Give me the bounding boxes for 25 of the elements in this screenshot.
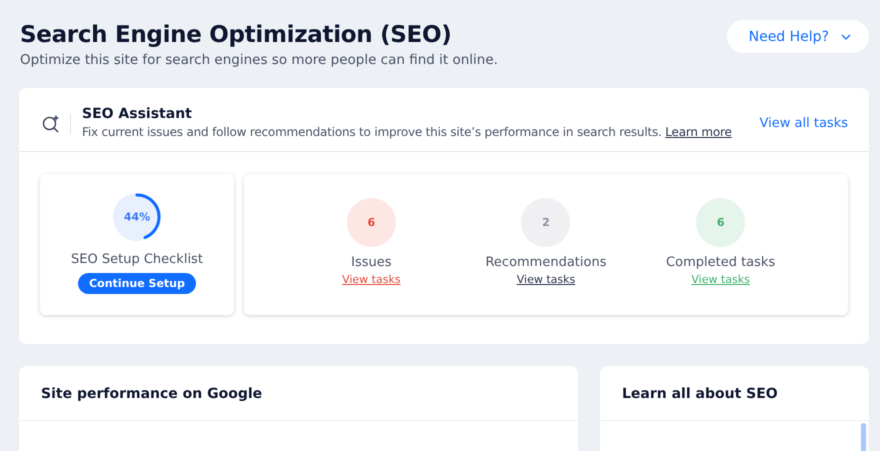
count-badge: 6 (696, 198, 746, 247)
panel-title: Site performance on Google (19, 366, 578, 421)
assistant-description: Fix current issues and follow recommendations to improve this site’s performance in search results. Learn more (82, 125, 733, 139)
page-title: Search Engine Optimization (SEO) (20, 22, 452, 48)
view-tasks-link[interactable]: View tasks (691, 273, 750, 286)
assistant-title: SEO Assistant (82, 106, 193, 122)
continue-setup-button[interactable]: Continue Setup (78, 273, 196, 294)
view-all-tasks-link[interactable]: View all tasks (760, 116, 848, 131)
chevron-down-icon (841, 34, 851, 40)
search-sparkle-icon (41, 114, 71, 134)
checklist-label: SEO Setup Checklist (71, 252, 203, 267)
view-tasks-link[interactable]: View tasks (342, 273, 401, 286)
learn-more-link[interactable]: Learn more (665, 125, 732, 139)
scrollbar-thumb[interactable] (861, 423, 866, 451)
count-badge: 2 (521, 198, 570, 247)
count-badge: 6 (346, 198, 396, 247)
page-subtitle: Optimize this site for search engines so more people can find it online. (20, 52, 498, 68)
progress-percent: 44% (124, 212, 150, 222)
stat-label: Recommendations (485, 255, 606, 270)
panel-title: Learn all about SEO (600, 366, 869, 421)
view-tasks-link[interactable]: View tasks (516, 273, 576, 286)
help-button[interactable]: Need Help? (726, 20, 869, 53)
stat-label: Issues (351, 255, 392, 270)
stat-label: Completed tasks (666, 255, 776, 270)
progress-ring (111, 191, 163, 243)
